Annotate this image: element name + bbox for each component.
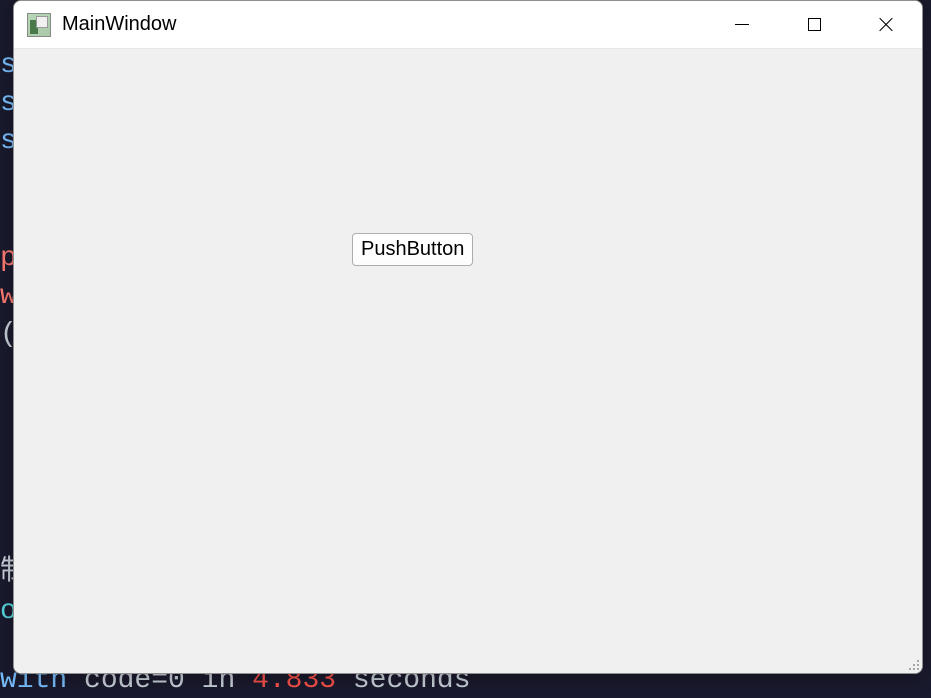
close-icon <box>878 17 894 33</box>
maximize-icon <box>808 18 821 31</box>
maximize-button[interactable] <box>778 1 850 49</box>
app-icon <box>26 12 52 38</box>
main-window: MainWindow PushButton <box>13 0 923 674</box>
minimize-button[interactable] <box>706 1 778 49</box>
resize-grip-icon <box>904 655 920 671</box>
window-title: MainWindow <box>62 13 176 36</box>
push-button[interactable]: PushButton <box>352 233 473 266</box>
resize-grip[interactable] <box>904 655 920 671</box>
minimize-icon <box>735 24 749 25</box>
window-controls <box>706 1 922 49</box>
title-bar[interactable]: MainWindow <box>14 1 922 49</box>
client-area: PushButton <box>14 49 922 673</box>
close-button[interactable] <box>850 1 922 49</box>
